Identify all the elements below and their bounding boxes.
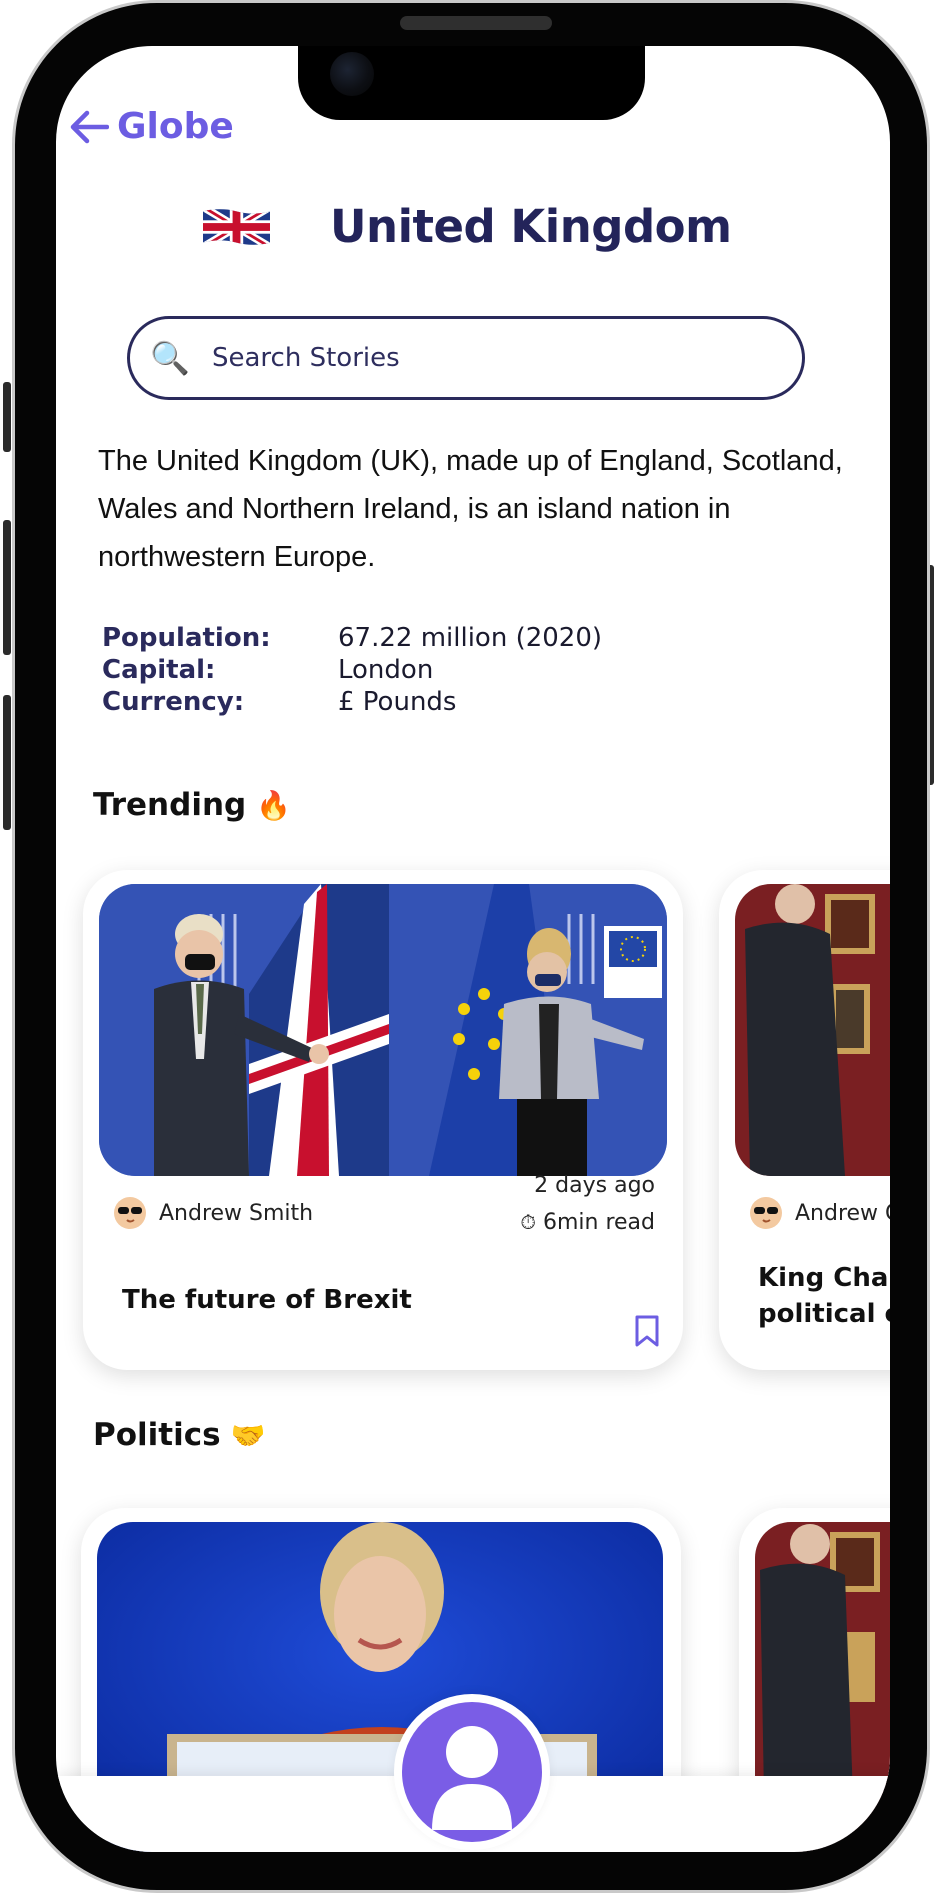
- magnifier-icon: 🔍: [150, 339, 190, 377]
- story-time: 2 days ago: [534, 1173, 655, 1198]
- trending-title: Trending: [93, 787, 247, 823]
- avatar: [750, 1197, 782, 1229]
- search-placeholder: Search Stories: [212, 343, 400, 373]
- bookmark-icon[interactable]: [634, 1314, 660, 1348]
- mute-switch: [3, 382, 11, 452]
- trending-heading: Trending 🔥: [93, 787, 291, 823]
- fact-value-population: 67.22 million (2020): [338, 623, 603, 653]
- author-name: Andrew Smith: [159, 1200, 314, 1226]
- stopwatch-icon: ⏱: [520, 1210, 536, 1234]
- story-image: [735, 884, 890, 1176]
- story-image: [99, 884, 667, 1176]
- fact-value-capital: London: [338, 655, 434, 685]
- front-camera: [330, 52, 374, 96]
- fact-label-capital: Capital:: [102, 655, 216, 685]
- read-time: 6min read: [542, 1210, 655, 1235]
- speaker-grille: [400, 16, 552, 30]
- author-name: Andrew G: [795, 1200, 890, 1226]
- uk-flag-icon: [203, 208, 270, 245]
- fact-row: Population: 67.22 million (2020): [102, 622, 602, 654]
- notch: [298, 46, 645, 120]
- fact-row: Currency: £ Pounds: [102, 686, 602, 718]
- arrow-left-icon: [70, 110, 109, 143]
- country-facts: Population: 67.22 million (2020) Capital…: [102, 622, 602, 718]
- read-time-row: ⏱ 6min read: [520, 1204, 655, 1241]
- volume-up-button: [3, 520, 11, 655]
- fact-label-population: Population:: [102, 623, 271, 653]
- app-screen: Globe United Kingdom 🔍 Search Stories Th…: [56, 46, 890, 1852]
- king-photo: [735, 884, 890, 1176]
- country-description: The United Kingdom (UK), made up of Engl…: [98, 445, 843, 573]
- politics-heading: Politics 🤝: [93, 1417, 265, 1453]
- story-meta: 2 days ago ⏱ 6min read: [520, 1168, 655, 1241]
- story-title-line: political c: [758, 1299, 890, 1329]
- fact-row: Capital: London: [102, 654, 602, 686]
- back-button[interactable]: Globe: [69, 106, 234, 147]
- phone-frame: Globe United Kingdom 🔍 Search Stories Th…: [12, 0, 930, 1893]
- story-card[interactable]: Andrew G King Char political c: [719, 870, 890, 1370]
- user-icon: [432, 1726, 512, 1830]
- profile-button[interactable]: [402, 1702, 542, 1842]
- story-title-line: King Char: [758, 1263, 890, 1293]
- story-title: King Char political c: [758, 1260, 890, 1332]
- politics-title: Politics: [93, 1417, 221, 1453]
- brexit-photo: [99, 884, 667, 1176]
- story-author: Andrew Smith: [113, 1196, 313, 1230]
- volume-down-button: [3, 695, 11, 830]
- fact-label-currency: Currency:: [102, 687, 245, 717]
- page-title: United Kingdom: [330, 200, 732, 253]
- handshake-icon: 🤝: [230, 1418, 266, 1452]
- fact-value-currency: £ Pounds: [338, 687, 457, 717]
- fire-icon: 🔥: [256, 788, 292, 822]
- avatar: [114, 1197, 146, 1229]
- country-header: United Kingdom: [203, 200, 732, 253]
- story-author: Andrew G: [749, 1196, 890, 1230]
- search-input[interactable]: 🔍 Search Stories: [127, 316, 805, 400]
- story-title: The future of Brexit: [122, 1285, 412, 1315]
- story-card[interactable]: Andrew Smith 2 days ago ⏱ 6min read The …: [83, 870, 683, 1370]
- back-label: Globe: [117, 106, 234, 147]
